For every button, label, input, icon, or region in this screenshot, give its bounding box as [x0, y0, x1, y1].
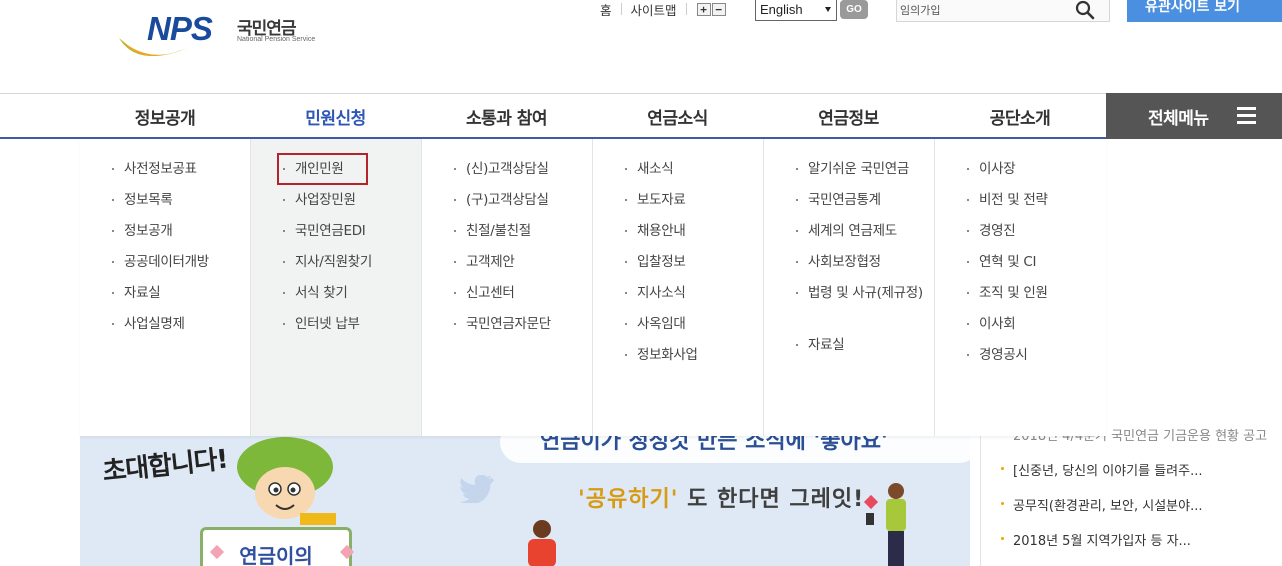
menu-item[interactable]: 신고센터	[454, 283, 515, 303]
news-list: 2018년 4/4분기 국민연금 기금운용 현황 공고 [신중년, 당신의 이야…	[980, 415, 1267, 566]
all-menu-button[interactable]: 전체메뉴	[1106, 93, 1282, 139]
menu-item[interactable]: 사전정보공표	[112, 159, 197, 179]
search-placeholder: 임의가입	[900, 4, 941, 17]
zoom-out-button[interactable]: −	[711, 2, 726, 16]
gnb-item-pension-info[interactable]: 연금정보	[763, 94, 934, 138]
menu-item[interactable]: 채용안내	[625, 221, 686, 241]
menu-item-personal-petition[interactable]: 개인민원	[283, 159, 344, 179]
menu-item[interactable]: 친절/불친절	[454, 221, 531, 241]
menu-item[interactable]: 사업실명제	[112, 314, 185, 334]
menu-item[interactable]: 입찰정보	[625, 252, 686, 272]
promo-banner[interactable]: 초대합니다! 연금이가 정성것 만든 소식에 '좋아요' '공유하기' 도 한다…	[80, 435, 970, 566]
twitter-bird-icon	[460, 475, 494, 503]
menu-item[interactable]: 국민연금EDI	[283, 221, 366, 241]
menu-item[interactable]: 공공데이터개방	[112, 252, 209, 272]
gnb-item-pension-news[interactable]: 연금소식	[592, 94, 763, 138]
banner-label-card: 연금이의	[200, 527, 352, 566]
woman-with-phone-icon	[866, 483, 906, 566]
banner-invite-text: 초대합니다!	[101, 444, 229, 488]
nps-logo[interactable]: NPS 국민연금 National Pension Service	[117, 8, 317, 64]
gnb-item-civil-petition[interactable]: 민원신청	[250, 94, 421, 138]
menu-item[interactable]: 조직 및 인원	[967, 283, 1048, 303]
news-item[interactable]: 2018년 5월 지역가입자 등 자...	[1001, 530, 1191, 549]
language-select[interactable]: English	[755, 0, 837, 21]
menu-column-about: 이사장 비전 및 전략 경영진 연혁 및 CI 조직 및 인원 이사회 경영공시	[935, 139, 1106, 436]
search-input[interactable]: 임의가입	[896, 0, 1110, 22]
menu-item[interactable]: 알기쉬운 국민연금	[796, 159, 909, 179]
menu-item[interactable]: 정보목록	[112, 190, 173, 210]
zoom-controls: + −	[696, 2, 726, 16]
person-icon	[528, 520, 556, 566]
language-go-button[interactable]: GO	[840, 0, 868, 19]
all-menu-label: 전체메뉴	[1148, 108, 1209, 129]
menu-item[interactable]: 사옥임대	[625, 314, 686, 334]
menu-item[interactable]: 자료실	[796, 335, 845, 355]
menu-item[interactable]: 보도자료	[625, 190, 686, 210]
banner-subheadline: '공유하기' 도 한다면 그레잇!	[578, 487, 865, 512]
divider	[620, 3, 622, 15]
menu-item[interactable]: 새소식	[625, 159, 674, 179]
menu-item[interactable]: 경영공시	[967, 345, 1028, 365]
menu-item[interactable]: 이사회	[967, 314, 1016, 334]
menu-item[interactable]: 연혁 및 CI	[967, 252, 1036, 272]
chevron-down-icon	[825, 7, 831, 12]
menu-column-pension-info: 알기쉬운 국민연금 국민연금통계 세계의 연금제도 사회보장협정 법령 및 사규…	[764, 139, 935, 436]
divider	[685, 3, 687, 15]
main-navigation: 정보공개 민원신청 소통과 참여 연금소식 연금정보 공단소개 전체메뉴	[0, 93, 1282, 139]
menu-item[interactable]: 지사/직원찾기	[283, 252, 372, 272]
menu-item[interactable]: 경영진	[967, 221, 1016, 241]
search-icon[interactable]	[1075, 0, 1095, 20]
mascot-character-icon	[237, 437, 336, 525]
gnb-item-communication[interactable]: 소통과 참여	[421, 94, 592, 138]
utility-links: 홈 사이트맵 + −	[600, 0, 726, 18]
gnb-item-about[interactable]: 공단소개	[934, 94, 1106, 138]
menu-item[interactable]: 지사소식	[625, 283, 686, 303]
header: NPS 국민연금 National Pension Service 홈 사이트맵…	[0, 0, 1282, 93]
menu-item[interactable]: 자료실	[112, 283, 161, 303]
related-sites-button[interactable]: 유관사이트 보기	[1127, 0, 1282, 22]
zoom-in-button[interactable]: +	[696, 2, 711, 16]
banner-headline: 연금이가 정성것 만든 소식에 '좋아요'	[540, 435, 888, 454]
menu-column-pension-news: 새소식 보도자료 채용안내 입찰정보 지사소식 사옥임대 정보화사업	[593, 139, 764, 436]
menu-item[interactable]: 인터넷 납부	[283, 314, 360, 334]
menu-item[interactable]: 고객제안	[454, 252, 515, 272]
news-item[interactable]: 공무직(환경관리, 보안, 시설분야...	[1001, 495, 1202, 514]
menu-item[interactable]: 세계의 연금제도	[796, 221, 897, 241]
menu-item[interactable]: 정보공개	[112, 221, 173, 241]
menu-item[interactable]: (구)고객상담실	[454, 190, 549, 210]
menu-item[interactable]: 서식 찾기	[283, 283, 348, 303]
sitemap-link[interactable]: 사이트맵	[631, 0, 677, 19]
mega-menu-dropdown: 사전정보공표 정보목록 정보공개 공공데이터개방 자료실 사업실명제 개인민원 …	[80, 139, 1106, 436]
menu-item[interactable]: 사업장민원	[283, 190, 356, 210]
menu-item[interactable]: 국민연금통계	[796, 190, 881, 210]
menu-item[interactable]: 정보화사업	[625, 345, 698, 365]
menu-item[interactable]: 비전 및 전략	[967, 190, 1048, 210]
logo-english-name: National Pension Service	[237, 36, 316, 43]
menu-item[interactable]: 법령 및 사규(제규정)	[796, 283, 928, 303]
menu-item[interactable]: (신)고객상담실	[454, 159, 549, 179]
logo-brand-text: NPS	[147, 10, 213, 47]
hamburger-icon	[1237, 107, 1256, 128]
menu-column-civil-petition: 개인민원 사업장민원 국민연금EDI 지사/직원찾기 서식 찾기 인터넷 납부	[251, 139, 422, 436]
language-selected-value: English	[760, 2, 803, 17]
menu-item[interactable]: 국민연금자문단	[454, 314, 551, 334]
menu-column-info-disclosure: 사전정보공표 정보목록 정보공개 공공데이터개방 자료실 사업실명제	[80, 139, 251, 436]
menu-item[interactable]: 이사장	[967, 159, 1016, 179]
gnb-item-info-disclosure[interactable]: 정보공개	[80, 94, 250, 138]
menu-item[interactable]: 사회보장협정	[796, 252, 881, 272]
home-link[interactable]: 홈	[600, 0, 612, 19]
news-item[interactable]: [신중년, 당신의 이야기를 들려주...	[1001, 460, 1202, 479]
menu-column-communication: (신)고객상담실 (구)고객상담실 친절/불친절 고객제안 신고센터 국민연금자…	[422, 139, 593, 436]
